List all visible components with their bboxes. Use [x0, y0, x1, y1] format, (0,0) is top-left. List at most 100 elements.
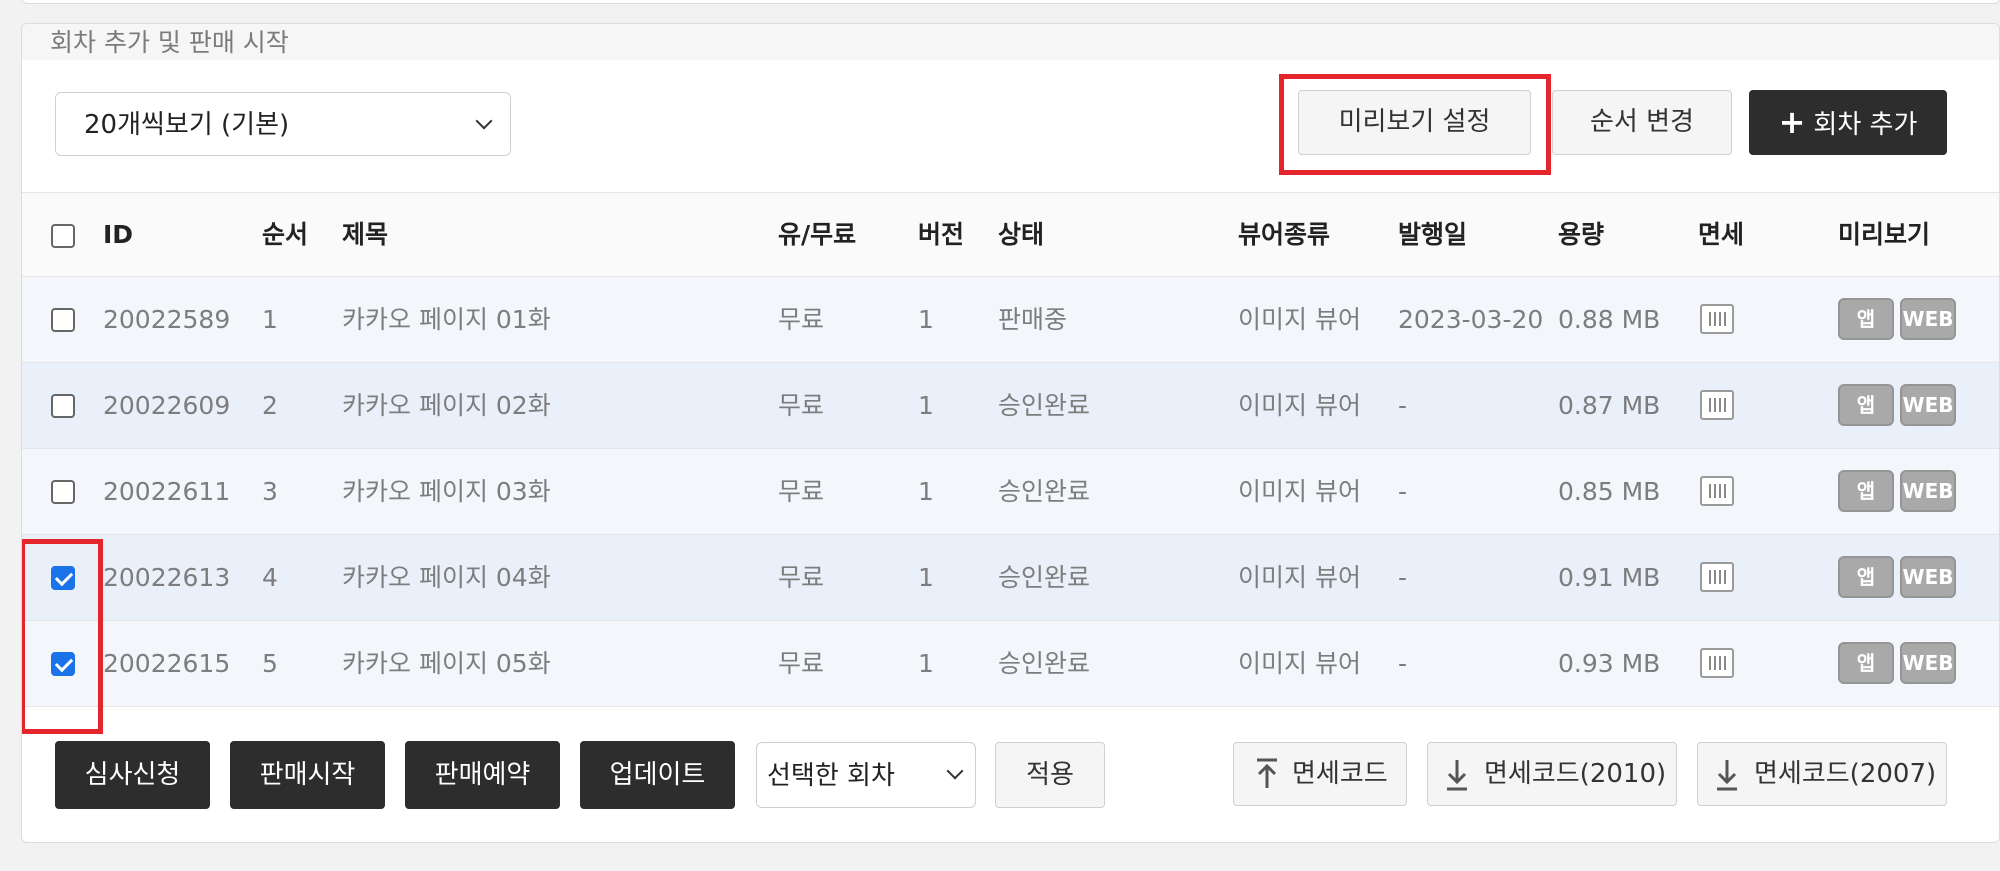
tax-code-2010-label: 면세코드(2010) — [1484, 759, 1667, 789]
col-id: ID — [103, 220, 134, 249]
barcode-icon[interactable] — [1700, 304, 1734, 334]
row-checkbox[interactable] — [51, 652, 75, 676]
preview-web-button[interactable]: WEB — [1900, 642, 1956, 684]
cell-id: 20022609 — [103, 391, 231, 420]
barcode-icon[interactable] — [1700, 562, 1734, 592]
cell-paid: 무료 — [778, 391, 825, 420]
cell-date: - — [1398, 649, 1408, 678]
cell-date: - — [1398, 477, 1408, 506]
cell-id: 20022611 — [103, 477, 231, 506]
row-checkbox[interactable] — [51, 308, 75, 332]
page-size-select-value: 20개씩보기 (기본) — [84, 110, 290, 140]
preview-app-button[interactable]: 앱 — [1838, 470, 1894, 512]
tax-code-upload-label: 면세코드 — [1292, 759, 1388, 789]
preview-app-button[interactable]: 앱 — [1838, 384, 1894, 426]
preview-settings-button[interactable]: 미리보기 설정 — [1298, 90, 1531, 155]
download-icon — [1447, 760, 1467, 791]
row-checkbox[interactable] — [51, 566, 75, 590]
cell-version: 1 — [918, 649, 934, 678]
cell-paid: 무료 — [778, 563, 825, 592]
barcode-icon[interactable] — [1700, 476, 1734, 506]
barcode-icon[interactable] — [1700, 390, 1734, 420]
upload-icon — [1257, 758, 1277, 788]
cell-title: 카카오 페이지 02화 — [342, 391, 551, 420]
cell-viewer: 이미지 뷰어 — [1238, 391, 1361, 420]
table-row: 20022589 1 카카오 페이지 01화 무료 1 판매중 이미지 뷰어 2… — [22, 277, 1999, 363]
cell-id: 20022589 — [103, 305, 231, 334]
tax-code-2007-download-button[interactable]: 면세코드(2007) — [1697, 742, 1947, 806]
cell-order: 4 — [262, 563, 278, 592]
reorder-label: 순서 변경 — [1590, 107, 1694, 137]
col-paid: 유/무료 — [778, 220, 857, 249]
tax-code-2007-label: 면세코드(2007) — [1754, 759, 1937, 789]
start-sale-button[interactable]: 판매시작 — [230, 741, 385, 809]
update-label: 업데이트 — [609, 760, 706, 790]
start-sale-label: 판매시작 — [259, 760, 356, 790]
episode-panel: 회차 추가 및 판매 시작 20개씩보기 (기본) 미리보기 설정 순서 변경 … — [21, 23, 2000, 843]
cell-order: 2 — [262, 391, 278, 420]
cell-title: 카카오 페이지 04화 — [342, 563, 551, 592]
add-episode-button[interactable]: + 회차 추가 — [1749, 90, 1947, 155]
preview-app-button[interactable]: 앱 — [1838, 298, 1894, 340]
cell-size: 0.93 MB — [1558, 649, 1661, 678]
col-order: 순서 — [262, 220, 309, 249]
preview-web-button[interactable]: WEB — [1900, 298, 1956, 340]
table-row: 20022611 3 카카오 페이지 03화 무료 1 승인완료 이미지 뷰어 … — [22, 449, 1999, 535]
preview-web-button[interactable]: WEB — [1900, 556, 1956, 598]
select-all-checkbox[interactable] — [51, 224, 75, 248]
reorder-button[interactable]: 순서 변경 — [1552, 90, 1732, 155]
preview-app-button[interactable]: 앱 — [1838, 556, 1894, 598]
table-row: 20022613 4 카카오 페이지 04화 무료 1 승인완료 이미지 뷰어 … — [22, 535, 1999, 621]
reserve-sale-label: 판매예약 — [434, 760, 531, 790]
chevron-down-icon — [946, 762, 964, 780]
apply-button[interactable]: 적용 — [995, 742, 1105, 808]
cell-title: 카카오 페이지 01화 — [342, 305, 551, 334]
preview-app-button[interactable]: 앱 — [1838, 642, 1894, 684]
page-size-select[interactable]: 20개씩보기 (기본) — [55, 92, 511, 156]
cell-paid: 무료 — [778, 649, 825, 678]
cell-version: 1 — [918, 477, 934, 506]
update-button[interactable]: 업데이트 — [580, 741, 735, 809]
cell-viewer: 이미지 뷰어 — [1238, 563, 1361, 592]
cell-status: 승인완료 — [998, 477, 1091, 506]
cell-status: 승인완료 — [998, 563, 1091, 592]
barcode-icon[interactable] — [1700, 648, 1734, 678]
cell-status: 판매중 — [998, 305, 1068, 334]
preview-web-button[interactable]: WEB — [1900, 470, 1956, 512]
tax-code-upload-button[interactable]: 면세코드 — [1233, 742, 1407, 806]
col-version: 버전 — [918, 220, 965, 249]
cell-version: 1 — [918, 563, 934, 592]
cell-size: 0.85 MB — [1558, 477, 1661, 506]
chevron-down-icon — [475, 112, 493, 130]
target-select-value: 선택한 회차 — [767, 761, 895, 791]
cell-title: 카카오 페이지 03화 — [342, 477, 551, 506]
review-request-button[interactable]: 심사신청 — [55, 741, 210, 809]
table-header: ID 순서 제목 유/무료 버전 상태 뷰어종류 발행일 용량 면세 미리보기 — [22, 192, 1999, 277]
review-request-label: 심사신청 — [84, 760, 181, 790]
cell-title: 카카오 페이지 05화 — [342, 649, 551, 678]
cell-viewer: 이미지 뷰어 — [1238, 649, 1361, 678]
tax-code-2010-download-button[interactable]: 면세코드(2010) — [1427, 742, 1677, 806]
add-episode-label: 회차 추가 — [1813, 110, 1918, 140]
preview-web-button[interactable]: WEB — [1900, 384, 1956, 426]
row-checkbox[interactable] — [51, 480, 75, 504]
col-viewer: 뷰어종류 — [1238, 220, 1331, 249]
cell-viewer: 이미지 뷰어 — [1238, 305, 1361, 334]
panel-header: 회차 추가 및 판매 시작 — [22, 24, 1999, 60]
col-date: 발행일 — [1398, 220, 1468, 249]
cell-version: 1 — [918, 391, 934, 420]
cell-date: 2023-03-20 — [1398, 305, 1544, 334]
top-card-edge — [21, 0, 2000, 4]
target-select[interactable]: 선택한 회차 — [756, 742, 976, 808]
cell-date: - — [1398, 391, 1408, 420]
row-checkbox[interactable] — [51, 394, 75, 418]
plus-icon: + — [1778, 103, 1806, 141]
table-row: 20022615 5 카카오 페이지 05화 무료 1 승인완료 이미지 뷰어 … — [22, 621, 1999, 707]
col-tax: 면세 — [1698, 220, 1745, 249]
col-preview: 미리보기 — [1838, 220, 1931, 249]
cell-status: 승인완료 — [998, 649, 1091, 678]
reserve-sale-button[interactable]: 판매예약 — [405, 741, 560, 809]
cell-id: 20022615 — [103, 649, 231, 678]
cell-status: 승인완료 — [998, 391, 1091, 420]
download-icon — [1717, 760, 1737, 791]
